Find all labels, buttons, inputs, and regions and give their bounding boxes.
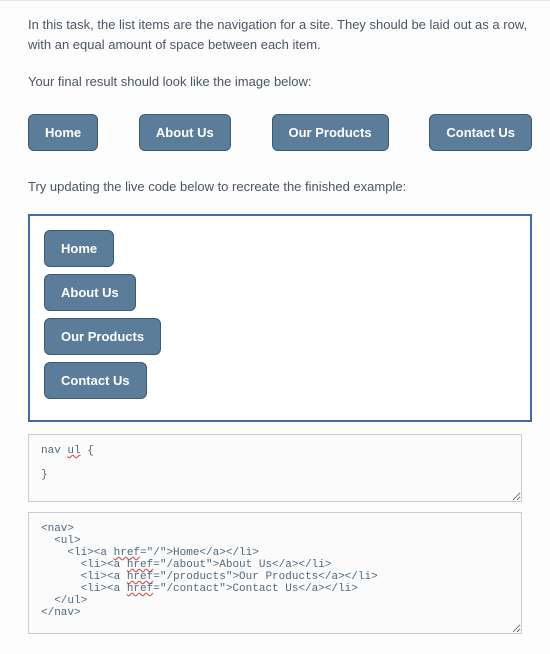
html-editor[interactable]: <nav> <ul> <li><a href="/">Home</a></li>… xyxy=(28,512,522,634)
css-editor[interactable]: nav ul { } xyxy=(28,434,522,502)
nav-pill-contact: Contact Us xyxy=(429,114,532,151)
live-nav-about[interactable]: About Us xyxy=(44,274,136,311)
live-nav-contact[interactable]: Contact Us xyxy=(44,362,147,399)
nav-pill-about: About Us xyxy=(139,114,231,151)
live-nav-home[interactable]: Home xyxy=(44,230,114,267)
nav-pill-home: Home xyxy=(28,114,98,151)
task-description-1: In this task, the list items are the nav… xyxy=(28,15,532,54)
live-output-frame: Home About Us Our Products Contact Us xyxy=(28,214,532,422)
nav-pill-products: Our Products xyxy=(272,114,389,151)
try-updating-text: Try updating the live code below to recr… xyxy=(28,177,532,197)
task-description-2: Your final result should look like the i… xyxy=(28,72,532,92)
live-nav-products[interactable]: Our Products xyxy=(44,318,161,355)
expected-result-row: Home About Us Our Products Contact Us xyxy=(28,114,532,151)
